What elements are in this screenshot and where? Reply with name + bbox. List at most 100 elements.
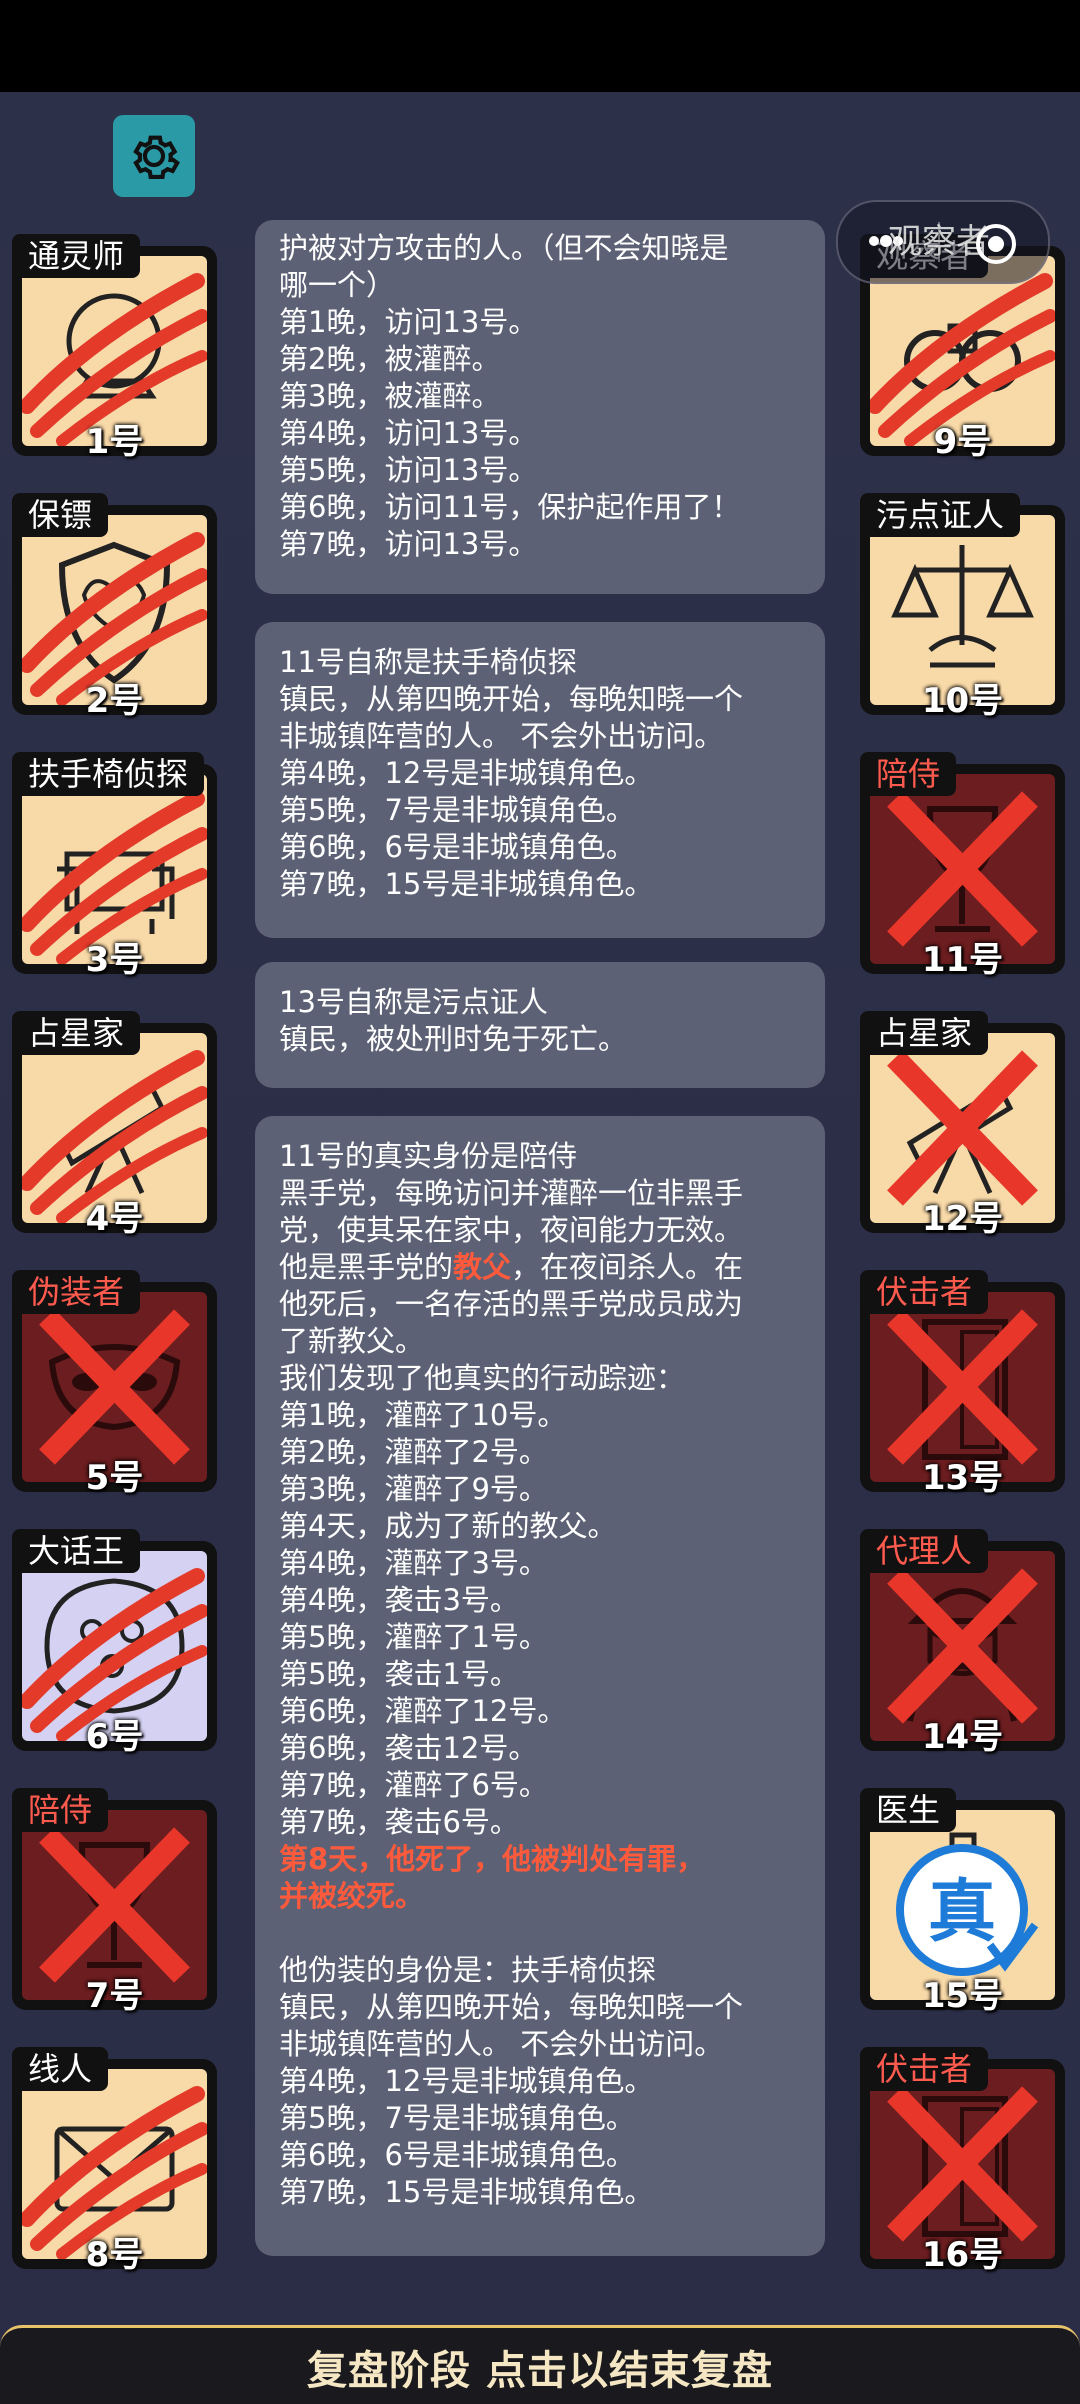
role-tag: 陪侍	[860, 752, 957, 796]
player-card-5[interactable]: 伪装者 5号	[12, 1270, 217, 1498]
player-card-16[interactable]: 伏击者 16号	[860, 2047, 1065, 2275]
log-line: 第2晚，被灌醉。	[279, 342, 501, 376]
text: 他是黑手党的	[279, 1250, 454, 1284]
log-verdict-line: 并被绞死。	[279, 1879, 425, 1913]
observer-capsule[interactable]: 观察者	[836, 200, 1050, 284]
log-line: 护被对方攻击的人。（但不会知晓是	[279, 231, 729, 265]
player-card-13[interactable]: 伏击者 13号	[860, 1270, 1065, 1498]
log-line: 第6晚，袭击12号。	[279, 1731, 538, 1765]
player-number: 1号	[85, 422, 144, 462]
role-tag: 伏击者	[860, 1270, 989, 1314]
player-card-14[interactable]: 代理人 14号	[860, 1529, 1065, 1757]
player-number: 2号	[85, 681, 144, 721]
text: ，在夜间杀人。在	[511, 1250, 744, 1284]
player-number: 8号	[85, 2235, 144, 2275]
game-log-panel[interactable]: 护被对方攻击的人。（但不会知晓是 哪一个） 第1晚，访问13号。 第2晚，被灌醉。 第3…	[245, 220, 840, 2265]
role-tag: 线人	[12, 2047, 109, 2091]
log-line: 非城镇阵营的人。 不会外出访问。	[279, 2027, 724, 2061]
log-line: 第7晚，15号是非城镇角色。	[279, 867, 654, 901]
log-line: 镇民，从第四晚开始，每晚知晓一个	[279, 1990, 744, 2024]
player-card-10[interactable]: 污点证人 10号	[860, 493, 1065, 721]
log-line: 第3晚，被灌醉。	[279, 379, 501, 413]
player-card-8[interactable]: 线人 8号	[12, 2047, 217, 2275]
player-card-3[interactable]: 扶手椅侦探 3号	[12, 752, 217, 980]
log-line: 第4晚，访问13号。	[279, 416, 538, 450]
log-line: 第4晚，12号是非城镇角色。	[279, 756, 654, 790]
log-line: 第4晚，袭击3号。	[279, 1583, 519, 1617]
player-card-1[interactable]: 通灵师 1号	[12, 234, 217, 462]
player-card-11[interactable]: 陪侍 11号	[860, 752, 1065, 980]
player-number: 16号	[921, 2235, 1004, 2275]
role-tag: 污点证人	[860, 493, 1021, 537]
player-card-4[interactable]: 占星家 4号	[12, 1011, 217, 1239]
role-tag: 扶手椅侦探	[12, 752, 205, 796]
player-number: 7号	[85, 1976, 144, 2016]
player-card-12[interactable]: 占星家 12号	[860, 1011, 1065, 1239]
gear-icon	[133, 135, 180, 179]
role-tag: 医生	[860, 1788, 957, 1832]
log-line: 13号自称是污点证人	[279, 985, 548, 1019]
player-number: 5号	[85, 1458, 144, 1498]
log-line: 第3晚，灌醉了9号。	[279, 1472, 548, 1506]
settings-button[interactable]	[113, 115, 195, 197]
divider	[938, 222, 940, 262]
player-number: 14号	[921, 1717, 1004, 1757]
role-tag: 大话王	[12, 1529, 141, 1573]
log-line: 第4天，成为了新的教父。	[279, 1509, 617, 1543]
player-number: 12号	[921, 1199, 1004, 1239]
log-bubble-claim-13: 13号自称是污点证人 镇民，被处刑时免于死亡。	[255, 962, 825, 1088]
end-review-label: 复盘阶段 点击以结束复盘	[307, 2348, 773, 2394]
player-number: 15号	[921, 1976, 1004, 2016]
player-card-7[interactable]: 陪侍 7号	[12, 1788, 217, 2016]
status-bar	[0, 0, 1080, 92]
log-line: 第6晚，6号是非城镇角色。	[279, 2138, 635, 2172]
log-line: 第1晚，访问13号。	[279, 305, 538, 339]
log-line: 黑手党，每晚访问并灌醉一位非黑手	[279, 1176, 744, 1210]
log-line: 哪一个）	[279, 268, 396, 302]
role-tag: 占星家	[860, 1011, 989, 1055]
role-tag: 通灵师	[12, 234, 141, 278]
log-bubble-reveal-11: 11号的真实身份是陪侍 黑手党，每晚访问并灌醉一位非黑手 党，使其呆在家中，夜间能力…	[255, 1116, 825, 2256]
role-tag: 伏击者	[860, 2047, 989, 2091]
role-tag: 保镖	[12, 493, 109, 537]
role-tag: 占星家	[12, 1011, 141, 1055]
log-line: 第4晚，12号是非城镇角色。	[279, 2064, 654, 2098]
log-line: 第6晚，访问11号，保护起作用了！	[279, 490, 741, 524]
log-line: 第4晚，灌醉了3号。	[279, 1546, 548, 1580]
player-number: 6号	[85, 1717, 144, 1757]
log-line-godfather: 他是黑手党的教父，在夜间杀人。在	[279, 1249, 801, 1286]
log-line: 第6晚，灌醉了12号。	[279, 1694, 567, 1728]
role-tag: 代理人	[860, 1529, 989, 1573]
log-line: 11号的真实身份是陪侍	[279, 1139, 577, 1173]
player-card-6[interactable]: 大话王 6号	[12, 1529, 217, 1757]
log-line: 第6晚，6号是非城镇角色。	[279, 830, 635, 864]
stamp-label: 真	[928, 1873, 996, 1952]
player-card-2[interactable]: 保镖 2号	[12, 493, 217, 721]
log-line: 了新教父。	[279, 1324, 425, 1358]
player-number: 13号	[921, 1458, 1004, 1498]
player-card-15[interactable]: 真 医生 15号	[860, 1788, 1065, 2016]
player-number: 10号	[921, 681, 1004, 721]
role-tag: 伪装者	[12, 1270, 141, 1314]
log-line: 第2晚，灌醉了2号。	[279, 1435, 548, 1469]
player-number: 9号	[933, 422, 992, 462]
log-line: 他伪装的身份是：扶手椅侦探	[279, 1953, 657, 1987]
log-line: 第5晚，7号是非城镇角色。	[279, 793, 635, 827]
target-icon[interactable]	[974, 222, 1018, 266]
log-line: 非城镇阵营的人。 不会外出访问。	[279, 719, 724, 753]
log-line: 第5晚，灌醉了1号。	[279, 1620, 548, 1654]
log-bubble-claim-11: 11号自称是扶手椅侦探 镇民，从第四晚开始，每晚知晓一个 非城镇阵营的人。 不会外出…	[255, 622, 825, 938]
log-line: 第7晚，袭击6号。	[279, 1805, 519, 1839]
role-tag: 陪侍	[12, 1788, 109, 1832]
godfather-highlight: 教父	[453, 1250, 512, 1284]
log-line: 镇民，从第四晚开始，每晚知晓一个	[279, 682, 744, 716]
player-number: 4号	[85, 1199, 144, 1239]
log-line: 他死后，一名存活的黑手党成员成为	[279, 1287, 744, 1321]
end-review-bar[interactable]: 复盘阶段 点击以结束复盘	[0, 2325, 1080, 2404]
log-line: 第5晚，访问13号。	[279, 453, 538, 487]
player-number: 11号	[921, 940, 1004, 980]
log-line: 党，使其呆在家中，夜间能力无效。	[279, 1213, 744, 1247]
log-line: 第7晚，灌醉了6号。	[279, 1768, 548, 1802]
log-line: 第5晚，7号是非城镇角色。	[279, 2101, 635, 2135]
